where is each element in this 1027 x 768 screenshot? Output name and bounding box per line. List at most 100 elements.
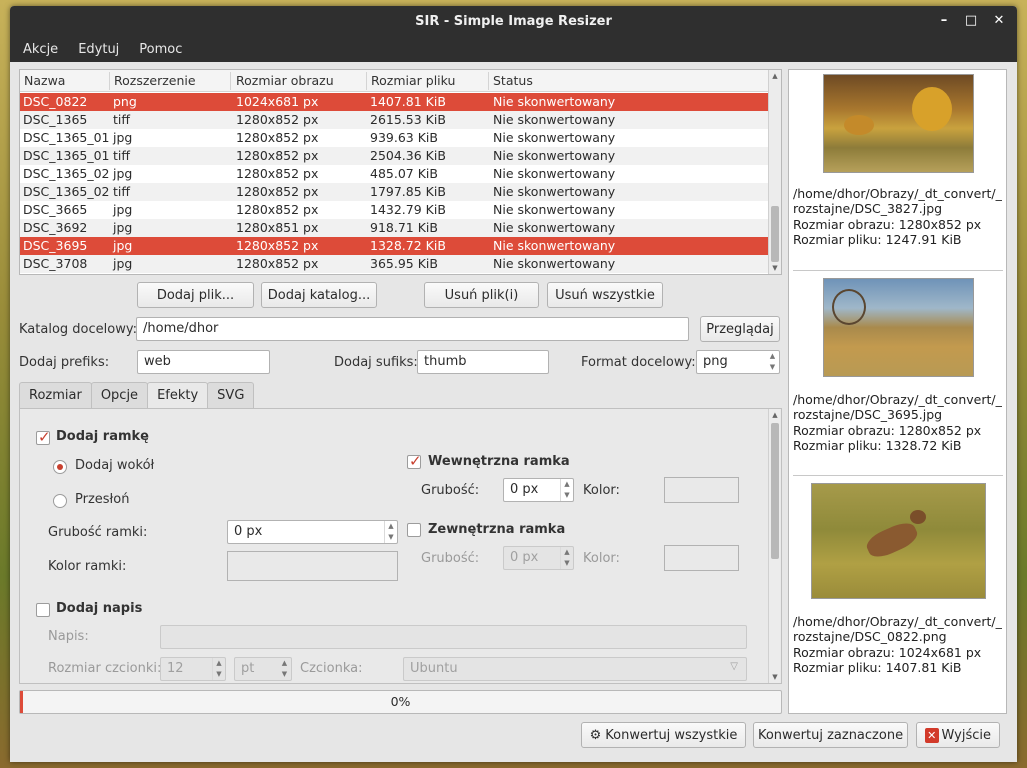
- table-row[interactable]: DSC_1365 tiff 1280x852 px 2615.53 KiB Nie sk…: [20, 111, 769, 129]
- close-icon[interactable]: ✕: [990, 12, 1008, 30]
- border-width-label: Grubość ramki:: [48, 525, 148, 540]
- target-dir-input[interactable]: /home/dhor: [136, 317, 689, 341]
- add-border-checkbox[interactable]: ✓: [36, 428, 51, 446]
- table-row[interactable]: DSC_3665 jpg 1280x852 px 1432.79 KiB Nie sko…: [20, 201, 769, 219]
- browse-button[interactable]: Przeglądaj: [700, 316, 780, 342]
- file-table[interactable]: Nazwa Rozszerzenie Rozmiar obrazu Rozmia…: [19, 69, 782, 275]
- cell-file-size: 1328.72 KiB: [370, 238, 446, 253]
- table-row[interactable]: DSC_1365_01 tiff 1280x852 px 2504.36 KiB Nie…: [20, 147, 769, 165]
- font-label: Czcionka:: [300, 661, 363, 676]
- titlebar: SIR - Simple Image Resizer – □ ✕: [10, 6, 1017, 36]
- border-width-spinbox[interactable]: 0 px ▲ ▼: [227, 520, 398, 544]
- table-row[interactable]: DSC_1365_02 jpg 1280x852 px 485.07 KiB Nie s…: [20, 165, 769, 183]
- cell-name: DSC_3708: [23, 256, 88, 271]
- font-size-spinbox[interactable]: 12 ▲ ▼: [160, 657, 226, 681]
- spin-arrows-icon[interactable]: ▲ ▼: [384, 521, 397, 543]
- remove-all-button[interactable]: Usuń wszystkie: [547, 282, 663, 308]
- add-file-button[interactable]: Dodaj plik...: [137, 282, 254, 308]
- outer-border-checkbox[interactable]: [407, 523, 421, 537]
- menubar: Akcje Edytuj Pomoc: [10, 36, 1017, 62]
- suffix-input[interactable]: thumb: [417, 350, 549, 374]
- tab-efekty[interactable]: Efekty: [147, 382, 209, 409]
- suffix-label: Dodaj sufiks:: [334, 355, 418, 370]
- gear-icon: ⚙: [589, 727, 602, 743]
- inner-width-value: 0 px: [510, 482, 539, 497]
- add-around-radio[interactable]: [53, 460, 67, 474]
- effects-panel: ✓ Dodaj ramkę Dodaj wokół Przesłoń Grubo…: [19, 408, 782, 684]
- exit-button[interactable]: ✕ Wyjście: [916, 722, 1000, 748]
- cell-status: Nie skonwertowany: [493, 238, 616, 253]
- spin-arrows-icon[interactable]: ▲ ▼: [212, 658, 225, 680]
- column-header-img-size[interactable]: Rozmiar obrazu: [236, 73, 334, 88]
- scrollbar-thumb[interactable]: [771, 423, 779, 559]
- border-color-button[interactable]: [227, 551, 398, 581]
- spin-arrows-icon[interactable]: ▲ ▼: [560, 547, 573, 569]
- convert-selected-button[interactable]: Konwertuj zaznaczone: [753, 722, 908, 748]
- cell-ext: jpg: [113, 256, 133, 271]
- cell-img-size: 1280x852 px: [236, 112, 319, 127]
- table-row[interactable]: DSC_3695 jpg 1280x852 px 1328.72 KiB Nie sko…: [20, 237, 769, 255]
- preview-divider: [793, 270, 1003, 271]
- cell-name: DSC_3692: [23, 220, 88, 235]
- overlay-label: Przesłoń: [75, 492, 130, 507]
- outer-color-label: Kolor:: [583, 551, 620, 566]
- font-select[interactable]: Ubuntu ▽: [403, 657, 747, 681]
- preview-file-size: Rozmiar pliku: 1247.91 KiB: [793, 232, 962, 247]
- format-select[interactable]: png ▲ ▼: [696, 350, 780, 374]
- format-label: Format docelowy:: [581, 355, 696, 370]
- outer-width-spinbox[interactable]: 0 px ▲ ▼: [503, 546, 574, 570]
- convert-all-button[interactable]: ⚙ Konwertuj wszystkie: [581, 722, 746, 748]
- overlay-radio[interactable]: [53, 494, 67, 508]
- table-row[interactable]: DSC_0822 png 1024x681 px 1407.81 KiB Nie sko…: [20, 93, 769, 111]
- cell-ext: tiff: [113, 148, 130, 163]
- cell-img-size: 1280x852 px: [236, 148, 319, 163]
- cell-status: Nie skonwertowany: [493, 94, 616, 109]
- cell-img-size: 1280x852 px: [236, 202, 319, 217]
- spin-arrows-icon[interactable]: ▲ ▼: [560, 479, 573, 501]
- add-directory-button[interactable]: Dodaj katalog...: [261, 282, 377, 308]
- inner-border-checkbox[interactable]: ✓: [407, 452, 422, 470]
- menu-edytuj[interactable]: Edytuj: [68, 42, 129, 57]
- add-text-checkbox[interactable]: [36, 603, 50, 617]
- effects-scrollbar[interactable]: ▲ ▼: [768, 409, 780, 683]
- inner-width-label: Grubość:: [421, 483, 480, 498]
- cell-name: DSC_1365_01: [23, 148, 110, 163]
- tab-svg[interactable]: SVG: [207, 382, 255, 408]
- font-unit-select[interactable]: pt ▲ ▼: [234, 657, 292, 681]
- minimize-icon[interactable]: –: [935, 12, 953, 30]
- remove-files-button[interactable]: Usuń plik(i): [424, 282, 539, 308]
- prefix-input[interactable]: web: [137, 350, 270, 374]
- dropdown-arrow-icon: ▽: [730, 661, 738, 672]
- table-scrollbar[interactable]: ▲ ▼: [768, 70, 781, 274]
- cell-name: DSC_1365_01: [23, 130, 110, 145]
- border-width-value: 0 px: [234, 524, 263, 539]
- inner-width-spinbox[interactable]: 0 px ▲ ▼: [503, 478, 574, 502]
- scroll-down-icon[interactable]: ▼: [769, 262, 781, 274]
- scroll-up-icon[interactable]: ▲: [769, 70, 781, 82]
- cell-name: DSC_3695: [23, 238, 88, 253]
- table-row[interactable]: DSC_1365_02 tiff 1280x852 px 1797.85 KiB Nie…: [20, 183, 769, 201]
- maximize-icon[interactable]: □: [962, 12, 980, 30]
- close-icon: ✕: [925, 727, 939, 743]
- column-header-ext[interactable]: Rozszerzenie: [114, 73, 196, 88]
- column-divider: [109, 72, 110, 90]
- column-header-name[interactable]: Nazwa: [24, 73, 65, 88]
- column-header-file-size[interactable]: Rozmiar pliku: [371, 73, 455, 88]
- scroll-down-icon[interactable]: ▼: [769, 671, 781, 683]
- cell-ext: jpg: [113, 220, 133, 235]
- scrollbar-thumb[interactable]: [771, 206, 779, 262]
- table-row[interactable]: DSC_3708 jpg 1280x852 px 365.95 KiB Nie skon…: [20, 255, 769, 273]
- scroll-up-icon[interactable]: ▲: [769, 409, 781, 421]
- menu-akcje[interactable]: Akcje: [10, 42, 68, 57]
- text-input[interactable]: [160, 625, 747, 649]
- tab-opcje[interactable]: Opcje: [90, 382, 149, 408]
- outer-color-button[interactable]: [664, 545, 739, 571]
- column-header-status[interactable]: Status: [493, 73, 533, 88]
- inner-color-button[interactable]: [664, 477, 739, 503]
- table-row[interactable]: DSC_3692 jpg 1280x851 px 918.71 KiB Nie skon…: [20, 219, 769, 237]
- tab-rozmiar[interactable]: Rozmiar: [19, 382, 92, 408]
- table-row[interactable]: DSC_1365_01 jpg 1280x852 px 939.63 KiB Nie s…: [20, 129, 769, 147]
- menu-pomoc[interactable]: Pomoc: [129, 42, 192, 57]
- cell-status: Nie skonwertowany: [493, 202, 616, 217]
- tree-shape: [844, 115, 874, 135]
